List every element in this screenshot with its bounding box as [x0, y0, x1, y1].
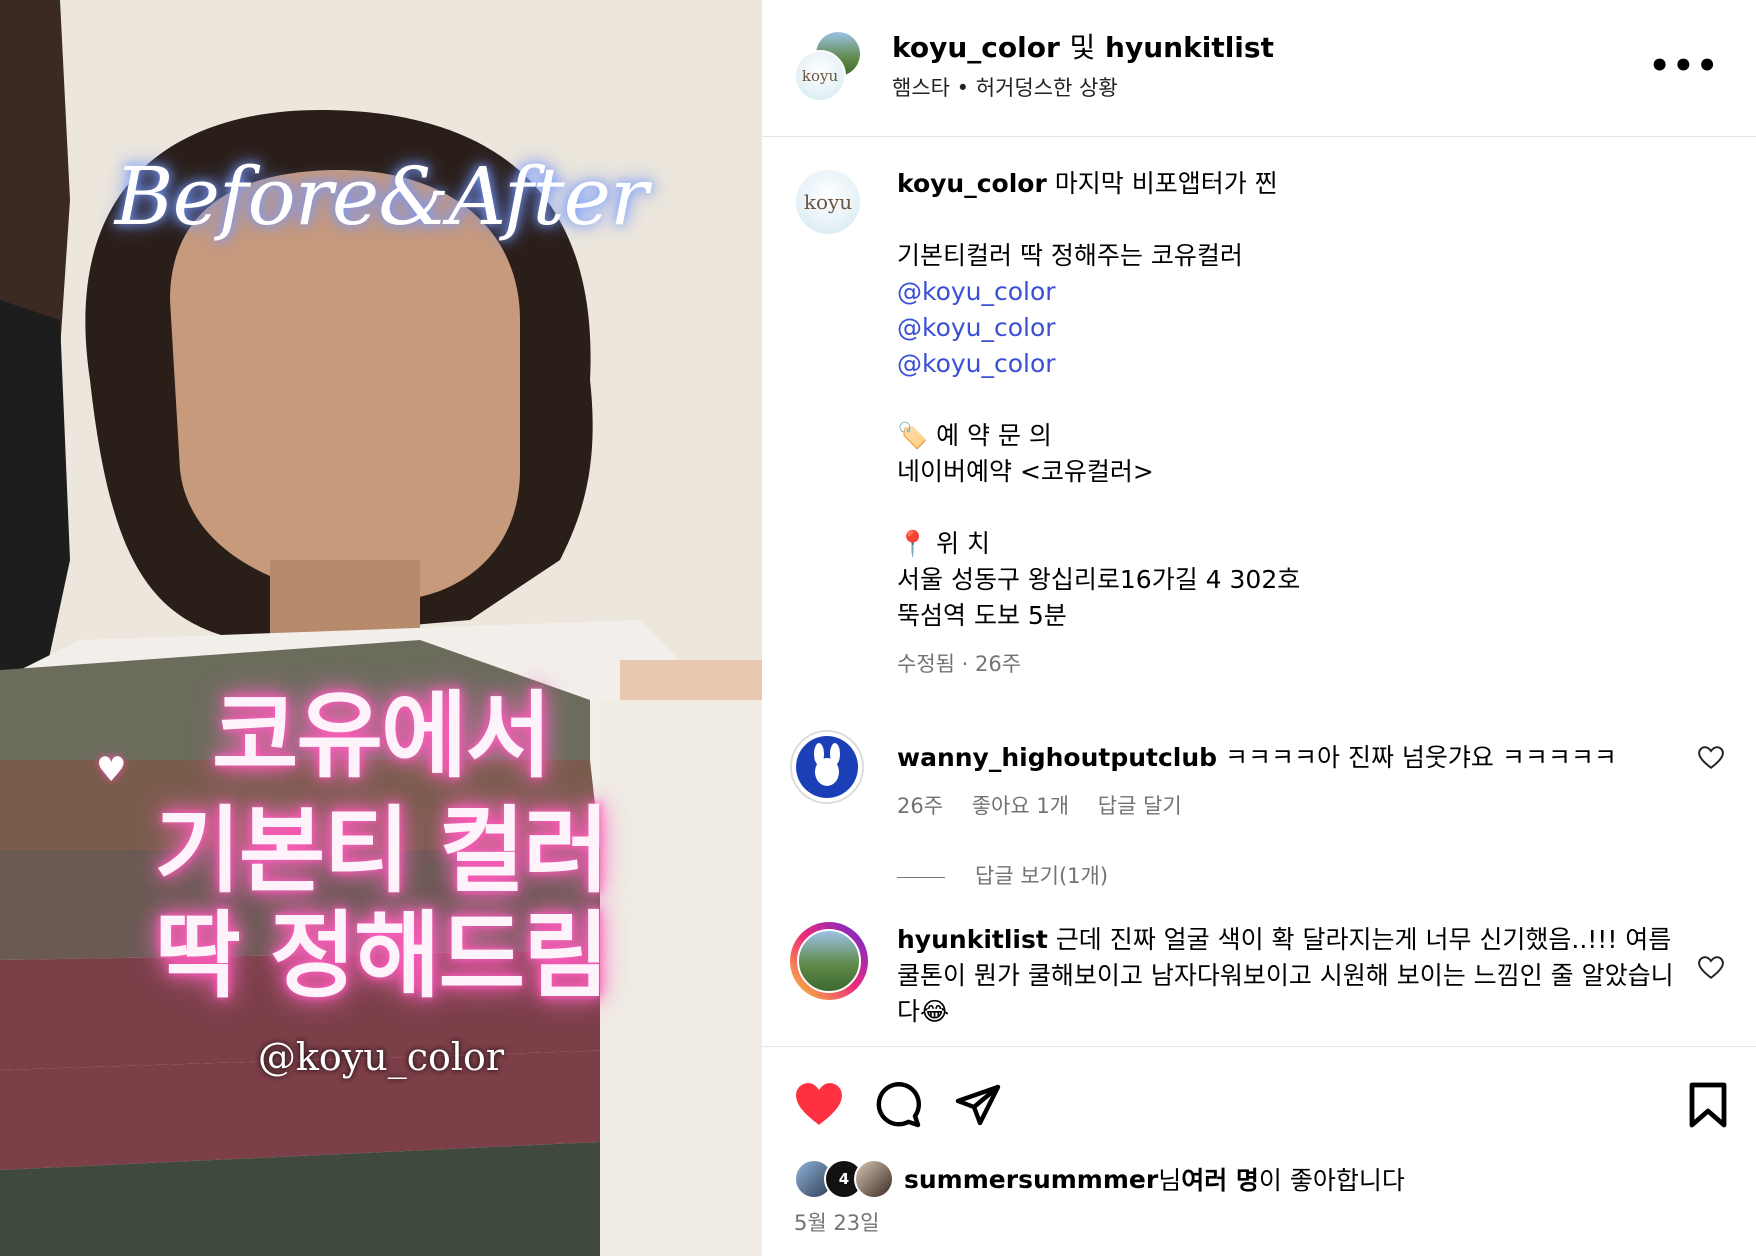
- author-link-2[interactable]: hyunkitlist: [1105, 31, 1274, 64]
- caption: koyu_color 마지막 비포앱터가 찐 기본티컬러 딱 정해주는 코유컬러…: [897, 166, 1697, 682]
- reserve-body: 네이버예약 <코유컬러>: [897, 457, 1154, 486]
- comment-1-like-icon[interactable]: [1698, 746, 1724, 777]
- audio-title: 허거덩스한 상황: [975, 76, 1118, 100]
- comment-icon[interactable]: [874, 1081, 922, 1133]
- post-authors: koyu_color 및 hyunkitlist: [892, 26, 1274, 66]
- location-title: 위 치: [936, 529, 991, 558]
- comment-2-username[interactable]: hyunkitlist: [897, 925, 1048, 954]
- liked-by-suffix-1: 님: [1158, 1166, 1182, 1195]
- reserve-title: 예 약 문 의: [936, 421, 1052, 450]
- caption-and-comments: koyu koyu_color 마지막 비포앱터가 찐 기본티컬러 딱 정해주는…: [762, 136, 1756, 1046]
- comment-2-body: hyunkitlist 근데 진짜 얼굴 색이 확 달라지는게 너무 신기했음.…: [897, 922, 1677, 1030]
- post-header: koyu koyu_color 및 hyunkitlist 햄스타 • 허거덩스…: [762, 0, 1756, 137]
- post-date: 5월 23일: [794, 1211, 880, 1235]
- liked-by-many[interactable]: 여러 명: [1181, 1161, 1259, 1197]
- owner-avatar[interactable]: koyu: [794, 50, 846, 102]
- media-title: Before&After: [114, 150, 648, 243]
- location-pin-icon: 📍: [897, 529, 929, 558]
- save-bookmark-icon[interactable]: [1688, 1081, 1728, 1133]
- post-media[interactable]: Before&After ♥ 코유에서 기본티 컬러 딱 정해드림 @koyu_…: [0, 0, 762, 1256]
- liker-avatar-2: [854, 1159, 894, 1199]
- walk-info: 뚝섬역 도보 5분: [897, 601, 1067, 630]
- more-options-icon[interactable]: •••: [1649, 46, 1720, 86]
- comment-1-avatar[interactable]: [790, 730, 864, 804]
- view-replies-label: 답글 보기(1개): [975, 864, 1109, 888]
- comment-1-meta: 26주 좋아요 1개 답글 달기: [897, 790, 1204, 820]
- caption-meta: 수정됨 · 26주: [897, 652, 1022, 676]
- comment-1-body: wanny_highoutputclub ㅋㅋㅋㅋ아 진짜 넘웃갸요 ㅋㅋㅋㅋㅋ: [897, 740, 1677, 776]
- comment-1-username[interactable]: wanny_highoutputclub: [897, 743, 1217, 772]
- caption-avatar[interactable]: koyu: [796, 170, 860, 234]
- mention-link-1[interactable]: @koyu_color: [897, 274, 1697, 310]
- comment-2-avatar[interactable]: [790, 922, 868, 1000]
- post-panel: koyu koyu_color 및 hyunkitlist 햄스타 • 허거덩스…: [762, 0, 1756, 1257]
- view-replies-button[interactable]: 답글 보기(1개): [897, 860, 1108, 890]
- tag-icon: 🏷️: [897, 421, 929, 450]
- comment-1-time: 26주: [897, 794, 944, 818]
- audio-info[interactable]: 햄스타 • 허거덩스한 상황: [892, 72, 1118, 102]
- caption-line-2: 기본티컬러 딱 정해주는 코유컬러: [897, 241, 1243, 270]
- audio-separator: •: [956, 76, 970, 100]
- liked-by-user[interactable]: summersummmer: [904, 1165, 1158, 1194]
- author-conjunction: 및: [1069, 31, 1096, 64]
- media-line-3: 딱 정해드림: [154, 902, 609, 1011]
- mention-link-3[interactable]: @koyu_color: [897, 346, 1697, 382]
- media-handle: @koyu_color: [257, 1035, 505, 1079]
- comment-1-likes[interactable]: 좋아요 1개: [972, 794, 1069, 818]
- audio-artist: 햄스타: [892, 76, 950, 100]
- liked-by[interactable]: 4 summersummmer 님 여러 명 이 좋아합니다: [794, 1159, 1405, 1199]
- address: 서울 성동구 왕십리로16가길 4 302호: [897, 565, 1301, 594]
- post-actions: 4 summersummmer 님 여러 명 이 좋아합니다 5월 23일: [762, 1046, 1756, 1257]
- liked-by-suffix-2: 이 좋아합니다: [1258, 1166, 1405, 1195]
- like-icon[interactable]: [794, 1081, 844, 1131]
- mention-link-2[interactable]: @koyu_color: [897, 310, 1697, 346]
- share-icon[interactable]: [954, 1081, 1002, 1133]
- comment-1-text: ㅋㅋㅋㅋ아 진짜 넘웃갸요 ㅋㅋㅋㅋㅋ: [1225, 743, 1617, 772]
- rabbit-avatar-icon: [796, 736, 858, 798]
- caption-first-line: 마지막 비포앱터가 찐: [1054, 169, 1278, 198]
- caption-username[interactable]: koyu_color: [897, 169, 1047, 198]
- comment-2-like-icon[interactable]: [1698, 956, 1724, 987]
- comment-1-reply[interactable]: 답글 달기: [1098, 794, 1182, 818]
- author-link-1[interactable]: koyu_color: [892, 31, 1060, 64]
